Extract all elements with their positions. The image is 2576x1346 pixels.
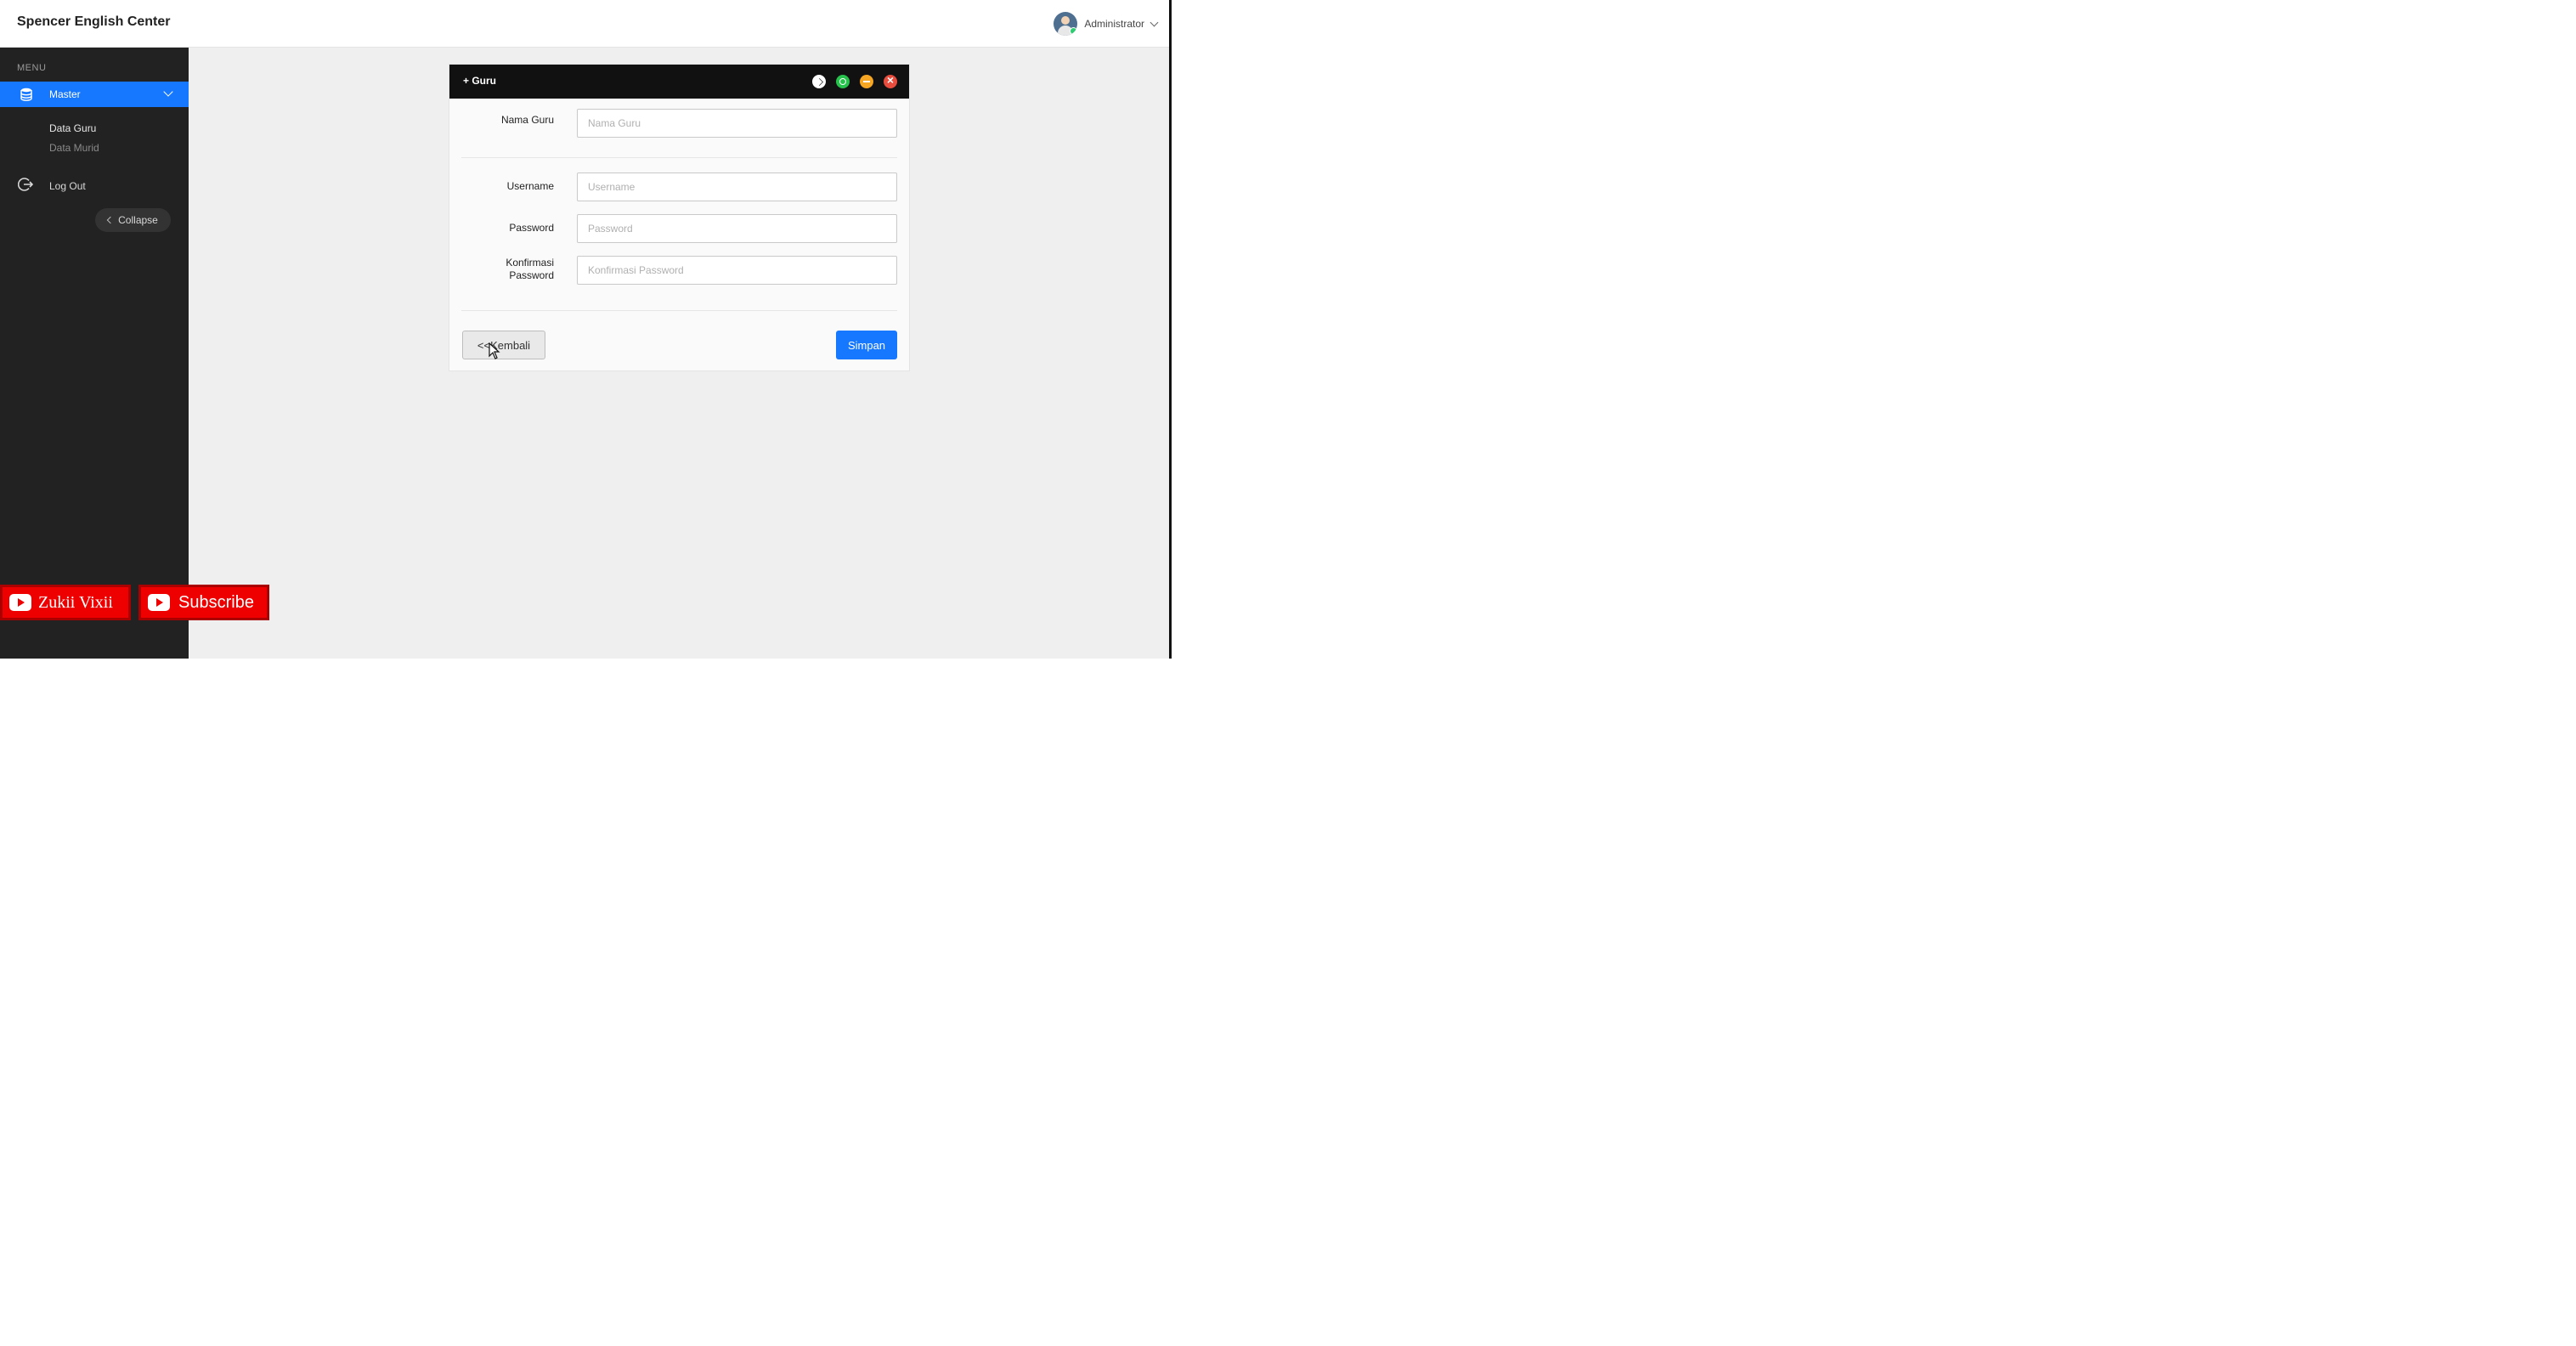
konfirmasi-label-line1: Konfirmasi [506,257,554,269]
sidebar-item-data-murid[interactable]: Data Murid [49,142,99,154]
youtube-channel-badge[interactable]: Zukii Vixii [0,585,131,620]
youtube-play-icon [148,594,170,611]
top-header: Spencer English Center Administrator [0,0,1169,48]
password-input[interactable] [577,214,897,243]
youtube-play-icon [9,594,31,611]
password-label: Password [509,222,554,234]
konfirmasi-password-input[interactable] [577,256,897,285]
konfirmasi-label-line2: Password [509,269,554,281]
avatar[interactable] [1054,12,1078,36]
sidebar-item-data-guru[interactable]: Data Guru [49,122,96,134]
user-name[interactable]: Administrator [1084,18,1144,30]
collapse-label: Collapse [118,214,158,226]
divider [461,310,897,311]
nama-guru-label: Nama Guru [500,114,554,126]
app-window: Spencer English Center Administrator MEN… [0,0,1172,659]
menu-heading: MENU [17,63,47,73]
channel-name: Zukii Vixii [38,592,113,612]
panel-title: + Guru [463,75,497,87]
chevron-left-icon [106,216,115,224]
form-row-username: Username [449,172,909,201]
back-button[interactable]: <<Kembali [462,331,545,359]
divider [461,157,897,158]
chevron-down-icon[interactable] [1150,18,1159,26]
mouse-cursor-icon [489,342,500,359]
save-button[interactable]: Simpan [836,331,897,359]
konfirmasi-password-label: Konfirmasi Password [469,257,554,282]
subscribe-label: Subscribe [178,592,254,612]
form-row-password: Password [449,214,909,243]
database-icon [20,88,32,101]
logout-icon [18,178,33,191]
sidebar-item-label: Log Out [49,180,86,192]
user-menu[interactable]: Administrator [1054,11,1159,37]
nama-guru-input[interactable] [577,109,897,138]
form-row-konfirmasi-password: Konfirmasi Password [449,256,909,285]
app-title: Spencer English Center [17,14,171,29]
username-label: Username [506,180,554,192]
chevron-down-icon [163,87,173,97]
add-teacher-panel: + Guru Nama Guru Username Password Konfi… [449,64,910,371]
minimize-icon[interactable] [860,75,873,88]
sidebar-item-label: Master [49,88,81,100]
youtube-subscribe-button[interactable]: Subscribe [138,585,269,620]
check-icon[interactable] [812,75,826,88]
close-icon[interactable] [884,73,897,88]
form-row-nama-guru: Nama Guru [449,109,909,138]
username-input[interactable] [577,172,897,201]
refresh-icon[interactable] [836,75,850,88]
sidebar: MENU Master Data Guru Data Murid Log Out… [0,48,189,659]
sidebar-item-master[interactable]: Master [0,82,189,107]
panel-header: + Guru [449,65,909,99]
collapse-button[interactable]: Collapse [95,208,171,232]
sidebar-item-logout[interactable]: Log Out [0,173,189,197]
online-status-icon [1070,27,1078,35]
